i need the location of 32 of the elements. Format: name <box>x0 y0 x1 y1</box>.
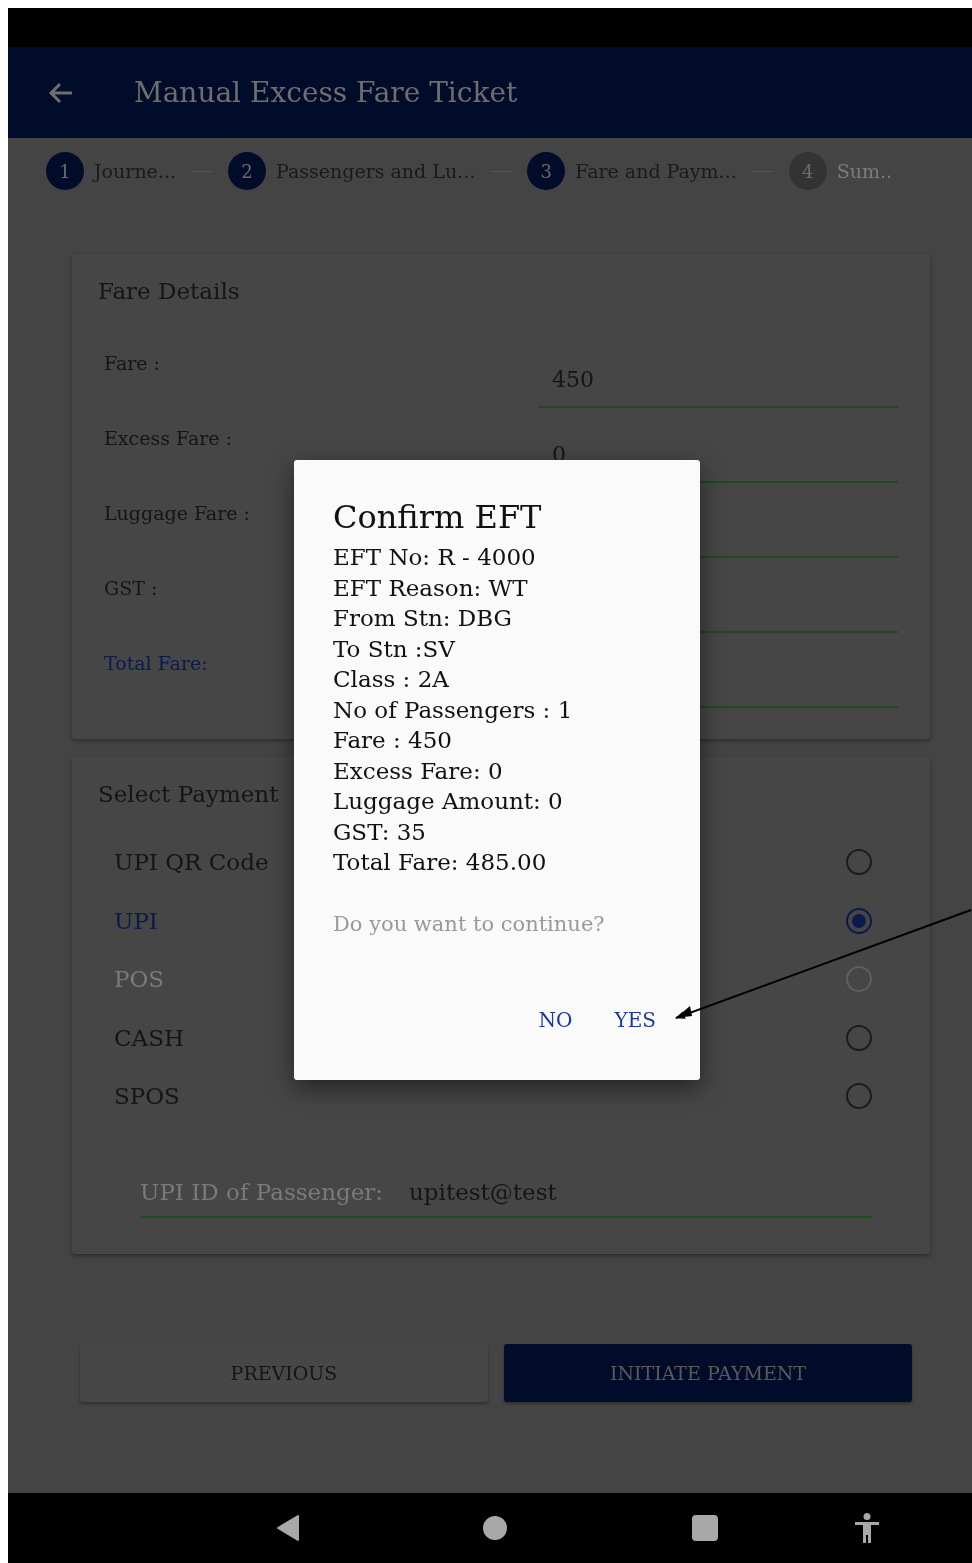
radio-button[interactable] <box>846 1083 872 1110</box>
dialog-question: Do you want to continue? <box>333 911 606 936</box>
detail-line: Total Fare: 485.00 <box>333 848 548 877</box>
detail-line: No of Passengers : 1 <box>333 695 574 725</box>
detail-line: Excess Fare: 0 <box>333 756 504 786</box>
radio-button[interactable] <box>846 849 872 876</box>
step-number: 2 <box>228 152 266 190</box>
detail-line: GST: 35 <box>333 817 427 847</box>
step-label[interactable]: Sum.. <box>836 160 893 182</box>
back-icon[interactable] <box>276 1515 300 1541</box>
detail-line: EFT No: R - 4000 <box>333 543 537 572</box>
recents-icon[interactable] <box>692 1515 718 1541</box>
yes-button[interactable]: YES <box>600 1001 670 1038</box>
initiate-payment-button[interactable]: INITIATE PAYMENT <box>504 1344 912 1402</box>
detail-line: Class : 2A <box>333 665 450 694</box>
no-button[interactable]: NO <box>524 1001 587 1038</box>
home-icon[interactable] <box>483 1516 507 1540</box>
dialog-title: Confirm EFT <box>333 498 543 536</box>
step-number: 3 <box>527 152 566 190</box>
fare-label: Total Fare: <box>103 652 208 676</box>
detail-line: Fare : 450 <box>333 726 453 755</box>
radio-button[interactable] <box>846 1024 872 1051</box>
step-number: 1 <box>46 152 84 190</box>
detail-line: From Stn: DBG <box>333 604 513 633</box>
payment-option[interactable]: UPI <box>114 907 158 934</box>
accessibility-icon[interactable] <box>854 1513 880 1543</box>
screen-title: Manual Excess Fare Ticket <box>134 76 518 109</box>
radio-button[interactable] <box>846 907 872 934</box>
detail-line: To Stn :SV <box>333 634 457 664</box>
step-number: 4 <box>788 152 827 190</box>
detail-line: EFT Reason: WT <box>333 573 529 603</box>
detail-line: Luggage Amount: 0 <box>333 787 564 816</box>
